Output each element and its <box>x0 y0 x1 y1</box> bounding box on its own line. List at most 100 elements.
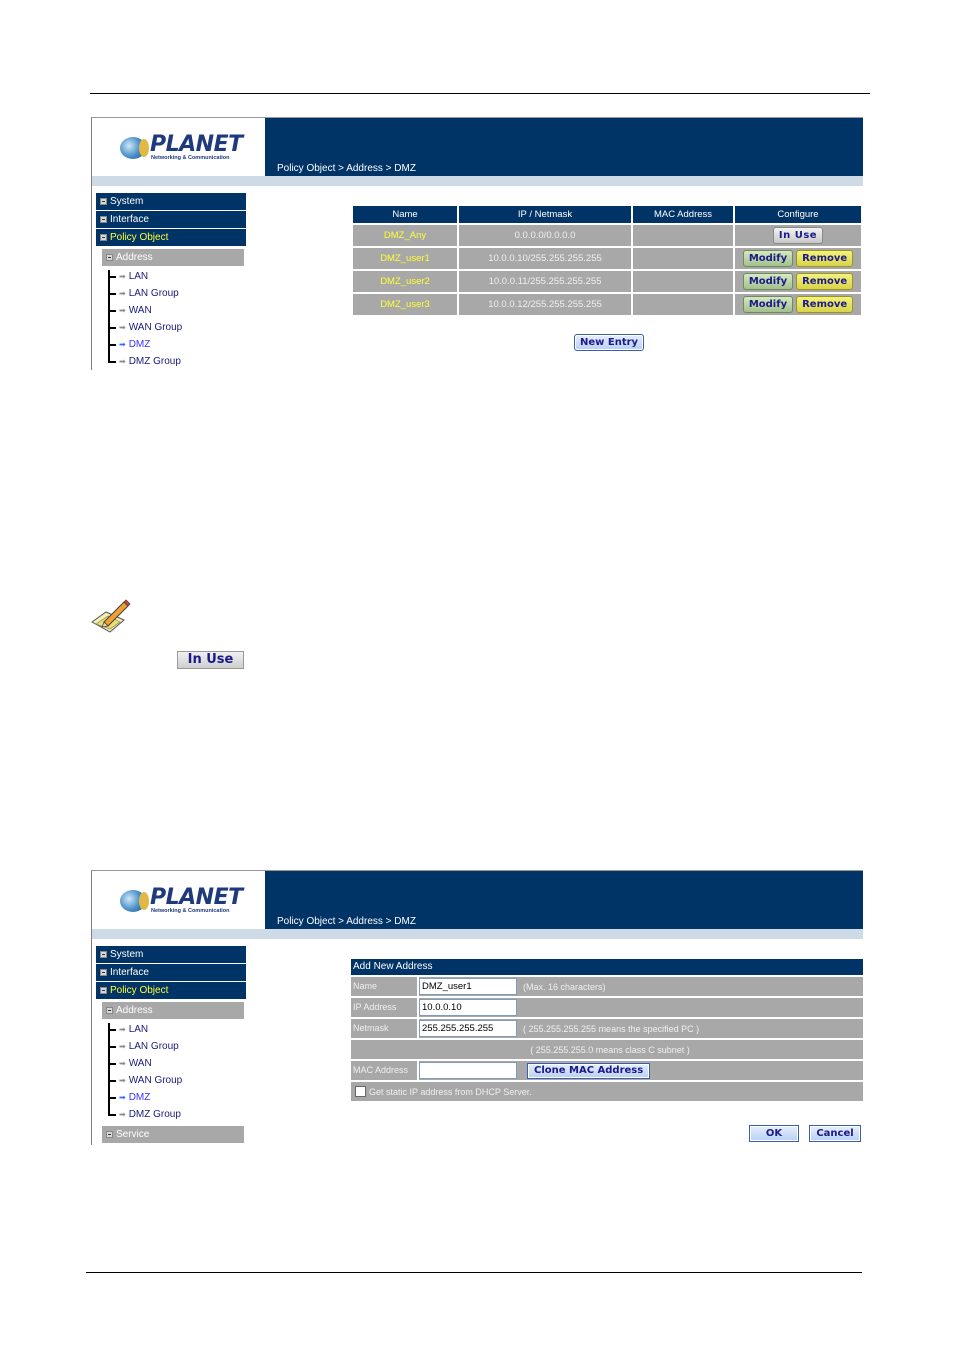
clone-mac-address-button[interactable]: Clone MAC Address <box>527 1062 651 1079</box>
table-row: DMZ_user2 10.0.0.11/255.255.255.255 Modi… <box>353 271 861 292</box>
arrow-right-icon: ➡ <box>119 357 126 366</box>
remove-button[interactable]: Remove <box>796 296 854 313</box>
modify-button[interactable]: Modify <box>742 273 794 290</box>
ok-button[interactable]: OK <box>749 1125 799 1142</box>
tree-item-dmz-group[interactable]: ➡ DMZ Group <box>108 353 246 370</box>
tree-item-label: DMZ Group <box>128 1109 181 1120</box>
tree-item-lan-group[interactable]: ➡ LAN Group <box>108 1038 246 1055</box>
title-bar: Policy Object > Address > DMZ <box>265 118 863 176</box>
tree-item-label: LAN Group <box>128 1041 179 1052</box>
collapse-icon <box>106 1007 113 1014</box>
netmask-input[interactable] <box>419 1020 517 1037</box>
form-row-mac: MAC Address Clone MAC Address <box>351 1061 863 1080</box>
sidebar-item-policy-object[interactable]: Policy Object <box>96 229 246 246</box>
tree-item-lan-group[interactable]: ➡ LAN Group <box>108 285 246 302</box>
sidebar-item-interface[interactable]: Interface <box>96 211 246 228</box>
sidebar-item-system[interactable]: System <box>96 946 246 963</box>
arrow-right-icon: ➡ <box>119 1110 126 1119</box>
sidebar: System Interface Policy Object Address ➡… <box>96 946 246 1143</box>
cell-name: DMZ_user2 <box>353 271 457 292</box>
sidebar-item-system[interactable]: System <box>96 193 246 210</box>
tree-item-label: WAN Group <box>128 1075 183 1086</box>
title-bar: Policy Object > Address > DMZ <box>265 871 863 929</box>
name-input[interactable] <box>419 978 517 995</box>
add-address-form: Add New Address Name (Max. 16 characters… <box>351 959 863 1103</box>
name-value-cell: (Max. 16 characters) <box>419 977 863 996</box>
arrow-right-icon: ➡ <box>119 323 126 332</box>
add-dmz-address-screenshot: PLANET Networking & Communication Policy… <box>91 870 863 1145</box>
cell-mac <box>633 271 733 292</box>
column-header-mac-address: MAC Address <box>633 206 733 223</box>
tree-item-dmz-group[interactable]: ➡ DMZ Group <box>108 1106 246 1123</box>
tree-item-label: LAN <box>128 271 149 282</box>
tree-item-wan[interactable]: ➡ WAN <box>108 1055 246 1072</box>
dhcp-label: Get static IP address from DHCP Server. <box>369 1086 532 1097</box>
tree-item-label: LAN Group <box>128 288 179 299</box>
sidebar-subitem-service[interactable]: Service <box>102 1126 244 1143</box>
logo-tagline: Networking & Communication <box>151 908 230 914</box>
cancel-button[interactable]: Cancel <box>809 1125 861 1142</box>
tree-item-lan[interactable]: ➡ LAN <box>108 1021 246 1038</box>
form-row-netmask-hint: ( 255.255.255.0 means class C subnet ) <box>351 1040 863 1059</box>
sidebar-item-interface[interactable]: Interface <box>96 964 246 981</box>
netmask-label: Netmask <box>351 1019 417 1038</box>
tree-item-lan[interactable]: ➡ LAN <box>108 268 246 285</box>
netmask-hint: ( 255.255.255.255 means the specified PC… <box>523 1023 700 1034</box>
arrow-right-icon: ➡ <box>119 289 126 298</box>
expand-icon <box>100 198 107 205</box>
tree-item-label: WAN <box>128 305 152 316</box>
dhcp-checkbox[interactable] <box>355 1086 366 1097</box>
mac-address-input[interactable] <box>419 1062 517 1079</box>
app-header: PLANET Networking & Communication Policy… <box>92 871 863 929</box>
modify-button[interactable]: Modify <box>742 250 794 267</box>
sidebar-item-label: Address <box>116 1005 153 1016</box>
ip-address-input[interactable] <box>419 999 517 1016</box>
tree-item-wan-group[interactable]: ➡ WAN Group <box>108 1072 246 1089</box>
new-entry-button[interactable]: New Entry <box>574 334 645 351</box>
logo-tagline: Networking & Communication <box>151 155 230 161</box>
tree-item-wan[interactable]: ➡ WAN <box>108 302 246 319</box>
document-page: PLANET Networking & Communication Policy… <box>0 0 954 1350</box>
collapse-icon <box>100 987 107 994</box>
dhcp-cell: Get static IP address from DHCP Server. <box>351 1082 863 1101</box>
tree-item-label: WAN Group <box>128 322 183 333</box>
cell-configure: Modify Remove <box>735 248 861 269</box>
arrow-right-icon: ➡ <box>119 1076 126 1085</box>
sub-bar <box>92 929 863 939</box>
tree-item-dmz[interactable]: ➡ DMZ <box>108 1089 246 1106</box>
address-tree: ➡ LAN ➡ LAN Group ➡ WAN ➡ WAN Group ➡ DMZ ➡ DM… <box>108 1021 246 1123</box>
cell-ip-netmask: 10.0.0.10/255.255.255.255 <box>459 248 631 269</box>
cell-ip-netmask: 0.0.0.0/0.0.0.0 <box>459 225 631 246</box>
sidebar-item-policy-object[interactable]: Policy Object <box>96 982 246 999</box>
tree-item-label: WAN <box>128 1058 152 1069</box>
form-row-name: Name (Max. 16 characters) <box>351 977 863 996</box>
sidebar-item-label: Policy Object <box>110 985 169 996</box>
table-header-row: Name IP / Netmask MAC Address Configure <box>353 206 861 223</box>
cell-configure: Modify Remove <box>735 294 861 315</box>
modify-button[interactable]: Modify <box>742 296 794 313</box>
netmask-value-cell: ( 255.255.255.255 means the specified PC… <box>419 1019 863 1038</box>
table-row: DMZ_Any 0.0.0.0/0.0.0.0 In Use <box>353 225 861 246</box>
globe-icon <box>120 890 149 912</box>
table-row: DMZ_user3 10.0.0.12/255.255.255.255 Modi… <box>353 294 861 315</box>
sidebar-item-label: Interface <box>110 967 149 978</box>
ip-value-cell <box>419 998 863 1017</box>
tree-item-wan-group[interactable]: ➡ WAN Group <box>108 319 246 336</box>
mac-address-label: MAC Address <box>351 1061 417 1080</box>
sidebar-item-label: System <box>110 949 144 960</box>
tree-item-dmz[interactable]: ➡ DMZ <box>108 336 246 353</box>
sidebar-subitem-address[interactable]: Address <box>102 249 244 266</box>
tree-item-label: DMZ <box>128 1092 151 1103</box>
ip-address-label: IP Address <box>351 998 417 1017</box>
sidebar-subitem-address[interactable]: Address <box>102 1002 244 1019</box>
arrow-right-icon: ➡ <box>119 1059 126 1068</box>
header-rule <box>90 93 870 94</box>
remove-button[interactable]: Remove <box>796 273 854 290</box>
in-use-button[interactable]: In Use <box>772 227 824 244</box>
sidebar: System Interface Policy Object Address ➡… <box>96 193 246 370</box>
name-label: Name <box>351 977 417 996</box>
note-pencil-icon <box>91 599 131 633</box>
globe-icon <box>120 137 149 159</box>
remove-button[interactable]: Remove <box>796 250 854 267</box>
cell-name: DMZ_Any <box>353 225 457 246</box>
